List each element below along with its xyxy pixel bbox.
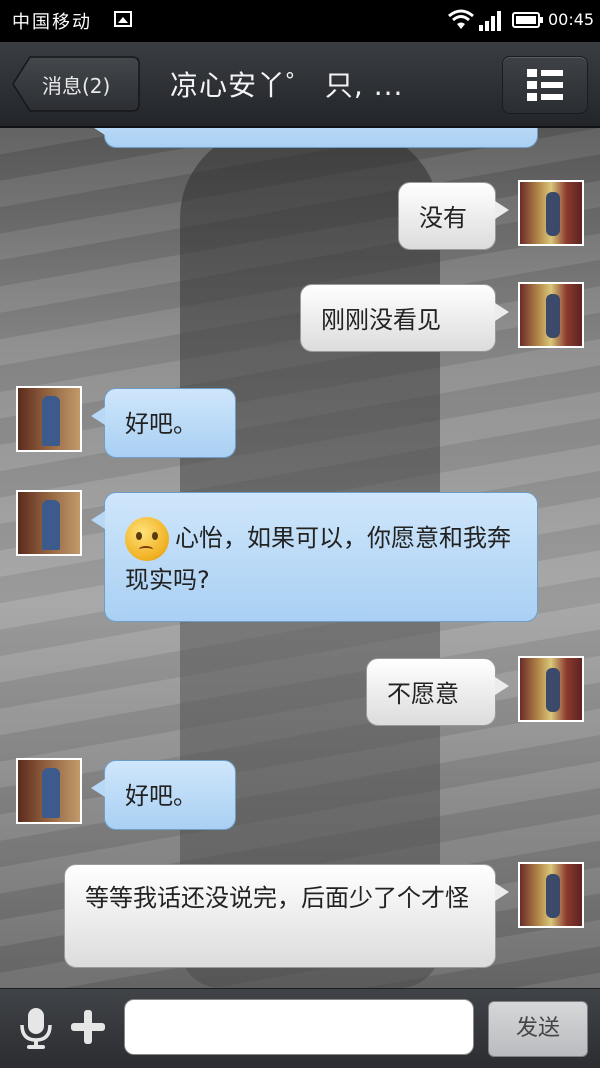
send-button[interactable]: 发送 (488, 1001, 588, 1057)
message-text: 不愿意 (387, 680, 459, 708)
message-bubble-outgoing[interactable]: 没有 (398, 182, 509, 250)
confused-face-icon (125, 517, 169, 561)
status-bar: 中国移动 00:45 (0, 0, 600, 42)
message-bubble-incoming[interactable]: 心怡，如果可以，你愿意和我奔现实吗? (91, 492, 538, 622)
microphone-icon[interactable] (18, 1007, 54, 1049)
message-bubble-incoming[interactable]: 好吧。 (91, 760, 236, 830)
message-bubble-outgoing[interactable]: 不愿意 (366, 658, 509, 726)
avatar-self[interactable] (518, 656, 584, 722)
back-label: 消息(2) (42, 74, 111, 98)
avatar-contact[interactable] (16, 758, 82, 824)
chat-title: 凉心安丫゜ 只, ... (170, 69, 404, 102)
carrier-name: 中国移动 (12, 12, 92, 33)
clock: 00:45 (548, 10, 595, 29)
message-text: 等等我话还没说完，后面少了个才怪 (85, 884, 469, 912)
battery-icon (512, 12, 543, 28)
message-bubble-outgoing[interactable]: 等等我话还没说完，后面少了个才怪 (64, 864, 509, 968)
plus-icon[interactable] (70, 1009, 106, 1045)
message-bubble-outgoing[interactable]: 刚刚没看见 (300, 284, 509, 352)
chat-area[interactable]: 没有 刚刚没看见 好吧。 心怡，如果可以，你愿意和我奔现实吗? 不愿意 好吧。 … (0, 128, 600, 988)
avatar-self[interactable] (518, 862, 584, 928)
message-bubble-incoming[interactable]: 好吧。 (91, 388, 236, 458)
avatar-contact[interactable] (16, 386, 82, 452)
message-text: 好吧。 (125, 782, 197, 810)
message-bubble-incoming[interactable] (91, 128, 538, 148)
avatar-self[interactable] (518, 282, 584, 348)
input-bar: 发送 (0, 988, 600, 1068)
message-input[interactable] (124, 999, 474, 1055)
avatar-self[interactable] (518, 180, 584, 246)
chat-header: 消息(2) 凉心安丫゜ 只, ... (0, 42, 600, 128)
image-icon (114, 11, 132, 27)
message-text: 刚刚没看见 (321, 306, 441, 334)
avatar-contact[interactable] (16, 490, 82, 556)
signal-icon (479, 11, 501, 31)
wifi-icon (448, 9, 474, 29)
list-menu-icon[interactable] (502, 56, 588, 114)
message-text: 没有 (419, 204, 467, 232)
message-text: 好吧。 (125, 410, 197, 438)
message-text: 心怡，如果可以，你愿意和我奔现实吗? (125, 524, 511, 594)
back-button[interactable]: 消息(2) (12, 56, 140, 112)
